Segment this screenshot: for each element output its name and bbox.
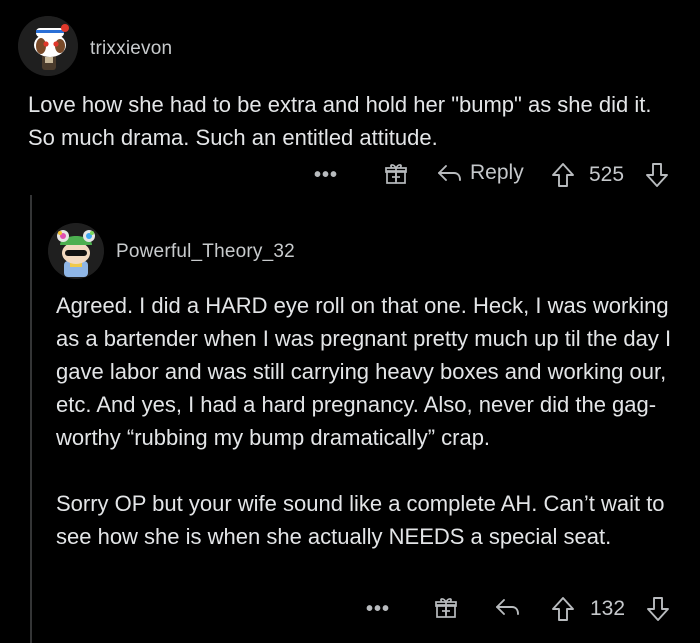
more-options-button[interactable]: ••• — [314, 165, 338, 185]
gift-icon[interactable] — [434, 596, 458, 620]
comment-body: Agreed. I did a HARD eye roll on that on… — [56, 289, 684, 553]
vote-score: 132 — [590, 597, 626, 620]
comment-body: Love how she had to be extra and hold he… — [28, 88, 678, 154]
downvote-arrow-icon[interactable] — [645, 595, 671, 623]
upvote-arrow-icon[interactable] — [550, 595, 576, 623]
reply-label: Reply — [470, 161, 524, 184]
reply-arrow-icon[interactable] — [494, 595, 522, 619]
reply-arrow-icon — [436, 161, 464, 185]
snoo-sailor-avatar-icon[interactable] — [18, 16, 78, 76]
more-options-button[interactable]: ••• — [366, 599, 390, 619]
gift-icon[interactable] — [384, 162, 408, 186]
reply-button[interactable]: Reply — [436, 161, 524, 185]
comment-actions: ••• Reply 525 — [310, 160, 680, 190]
snoo-frog-hat-avatar-icon[interactable] — [48, 223, 104, 279]
comment-powerful-theory-32: Powerful_Theory_32 Agreed. I did a HARD … — [0, 195, 700, 643]
upvote-arrow-icon[interactable] — [550, 161, 576, 189]
vote-score: 525 — [589, 163, 625, 186]
comment-username[interactable]: Powerful_Theory_32 — [116, 241, 295, 263]
comment-trixxievon: trixxievon Love how she had to be extra … — [0, 0, 700, 195]
comment-paragraph: Love how she had to be extra and hold he… — [28, 92, 652, 150]
comment-actions: ••• 132 — [360, 594, 680, 624]
comment-paragraph: Sorry OP but your wife sound like a comp… — [56, 491, 665, 549]
comment-username[interactable]: trixxievon — [90, 38, 172, 60]
downvote-arrow-icon[interactable] — [644, 161, 670, 189]
comment-paragraph: Agreed. I did a HARD eye roll on that on… — [56, 293, 672, 450]
